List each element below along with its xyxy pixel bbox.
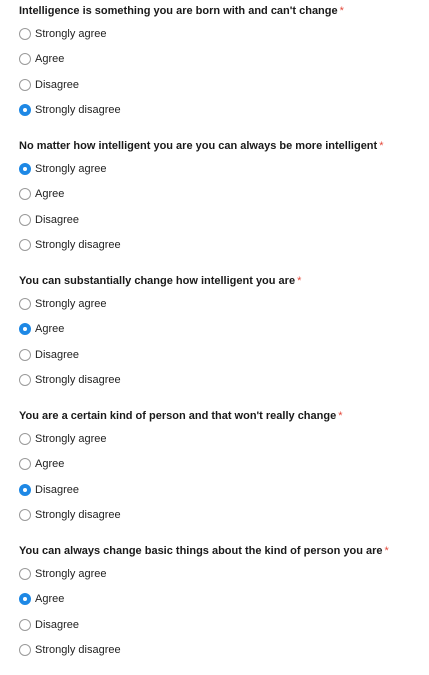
question-3: You can substantially change how intelli… [0, 270, 429, 405]
radio-option[interactable]: Disagree [19, 617, 79, 633]
question-title: You can substantially change how intelli… [19, 275, 302, 287]
radio-option[interactable]: Strongly disagree [19, 372, 121, 388]
option-label: Agree [35, 593, 65, 605]
option-label: Strongly agree [35, 163, 107, 175]
radio-option[interactable]: Strongly agree [19, 161, 107, 177]
required-asterisk: * [384, 545, 389, 557]
radio-button[interactable] [19, 619, 31, 631]
option-label: Agree [35, 188, 65, 200]
question-5: You can always change basic things about… [0, 540, 429, 675]
radio-button[interactable] [19, 593, 31, 605]
radio-button[interactable] [19, 298, 31, 310]
required-asterisk: * [297, 275, 302, 287]
radio-option[interactable]: Strongly disagree [19, 642, 121, 658]
option-label: Disagree [35, 214, 80, 226]
option-label: Strongly agree [35, 28, 107, 40]
radio-option[interactable]: Strongly agree [19, 431, 107, 447]
option-label: Agree [35, 323, 65, 335]
radio-button[interactable] [19, 349, 31, 361]
option-label: Strongly agree [35, 433, 107, 445]
question-title: You can always change basic things about… [19, 545, 389, 557]
option-label: Strongly disagree [35, 509, 121, 521]
radio-option[interactable]: Strongly agree [19, 296, 107, 312]
radio-button[interactable] [19, 188, 31, 200]
radio-button[interactable] [19, 28, 31, 40]
radio-button[interactable] [19, 79, 31, 91]
required-asterisk: * [339, 5, 344, 17]
question-title: No matter how intelligent you are you ca… [19, 140, 384, 152]
radio-option[interactable]: Agree [19, 51, 64, 67]
radio-button[interactable] [19, 458, 31, 470]
option-label: Strongly disagree [35, 104, 121, 116]
option-label: Strongly agree [35, 298, 107, 310]
radio-button[interactable] [19, 53, 31, 65]
radio-option[interactable]: Disagree [19, 212, 79, 228]
radio-option[interactable]: Strongly disagree [19, 102, 121, 118]
radio-button[interactable] [19, 433, 31, 445]
option-label: Strongly disagree [35, 644, 121, 656]
option-label: Strongly agree [35, 568, 107, 580]
radio-option[interactable]: Strongly agree [19, 566, 107, 582]
radio-option[interactable]: Disagree [19, 482, 79, 498]
option-label: Disagree [35, 619, 80, 631]
option-label: Disagree [35, 349, 80, 361]
survey-form: Intelligence is something you are born w… [0, 0, 429, 675]
radio-option[interactable]: Disagree [19, 347, 79, 363]
required-asterisk: * [338, 410, 343, 422]
radio-button[interactable] [19, 568, 31, 580]
radio-button[interactable] [19, 644, 31, 656]
question-title: Intelligence is something you are born w… [19, 5, 344, 17]
option-label: Disagree [35, 484, 80, 496]
required-asterisk: * [379, 140, 384, 152]
radio-button[interactable] [19, 374, 31, 386]
question-1: Intelligence is something you are born w… [0, 0, 429, 135]
radio-option[interactable]: Agree [19, 591, 64, 607]
radio-button[interactable] [19, 484, 31, 496]
option-label: Disagree [35, 79, 80, 91]
radio-button[interactable] [19, 239, 31, 251]
radio-option[interactable]: Agree [19, 186, 64, 202]
option-label: Agree [35, 458, 65, 470]
question-title: You are a certain kind of person and tha… [19, 410, 343, 422]
radio-option[interactable]: Disagree [19, 77, 79, 93]
radio-option[interactable]: Strongly agree [19, 26, 107, 42]
radio-option[interactable]: Agree [19, 321, 64, 337]
option-label: Agree [35, 53, 65, 65]
radio-button[interactable] [19, 104, 31, 116]
radio-button[interactable] [19, 509, 31, 521]
question-4: You are a certain kind of person and tha… [0, 405, 429, 540]
radio-button[interactable] [19, 163, 31, 175]
radio-button[interactable] [19, 323, 31, 335]
question-2: No matter how intelligent you are you ca… [0, 135, 429, 270]
radio-button[interactable] [19, 214, 31, 226]
option-label: Strongly disagree [35, 239, 121, 251]
option-label: Strongly disagree [35, 374, 121, 386]
radio-option[interactable]: Strongly disagree [19, 237, 121, 253]
radio-option[interactable]: Strongly disagree [19, 507, 121, 523]
radio-option[interactable]: Agree [19, 456, 64, 472]
